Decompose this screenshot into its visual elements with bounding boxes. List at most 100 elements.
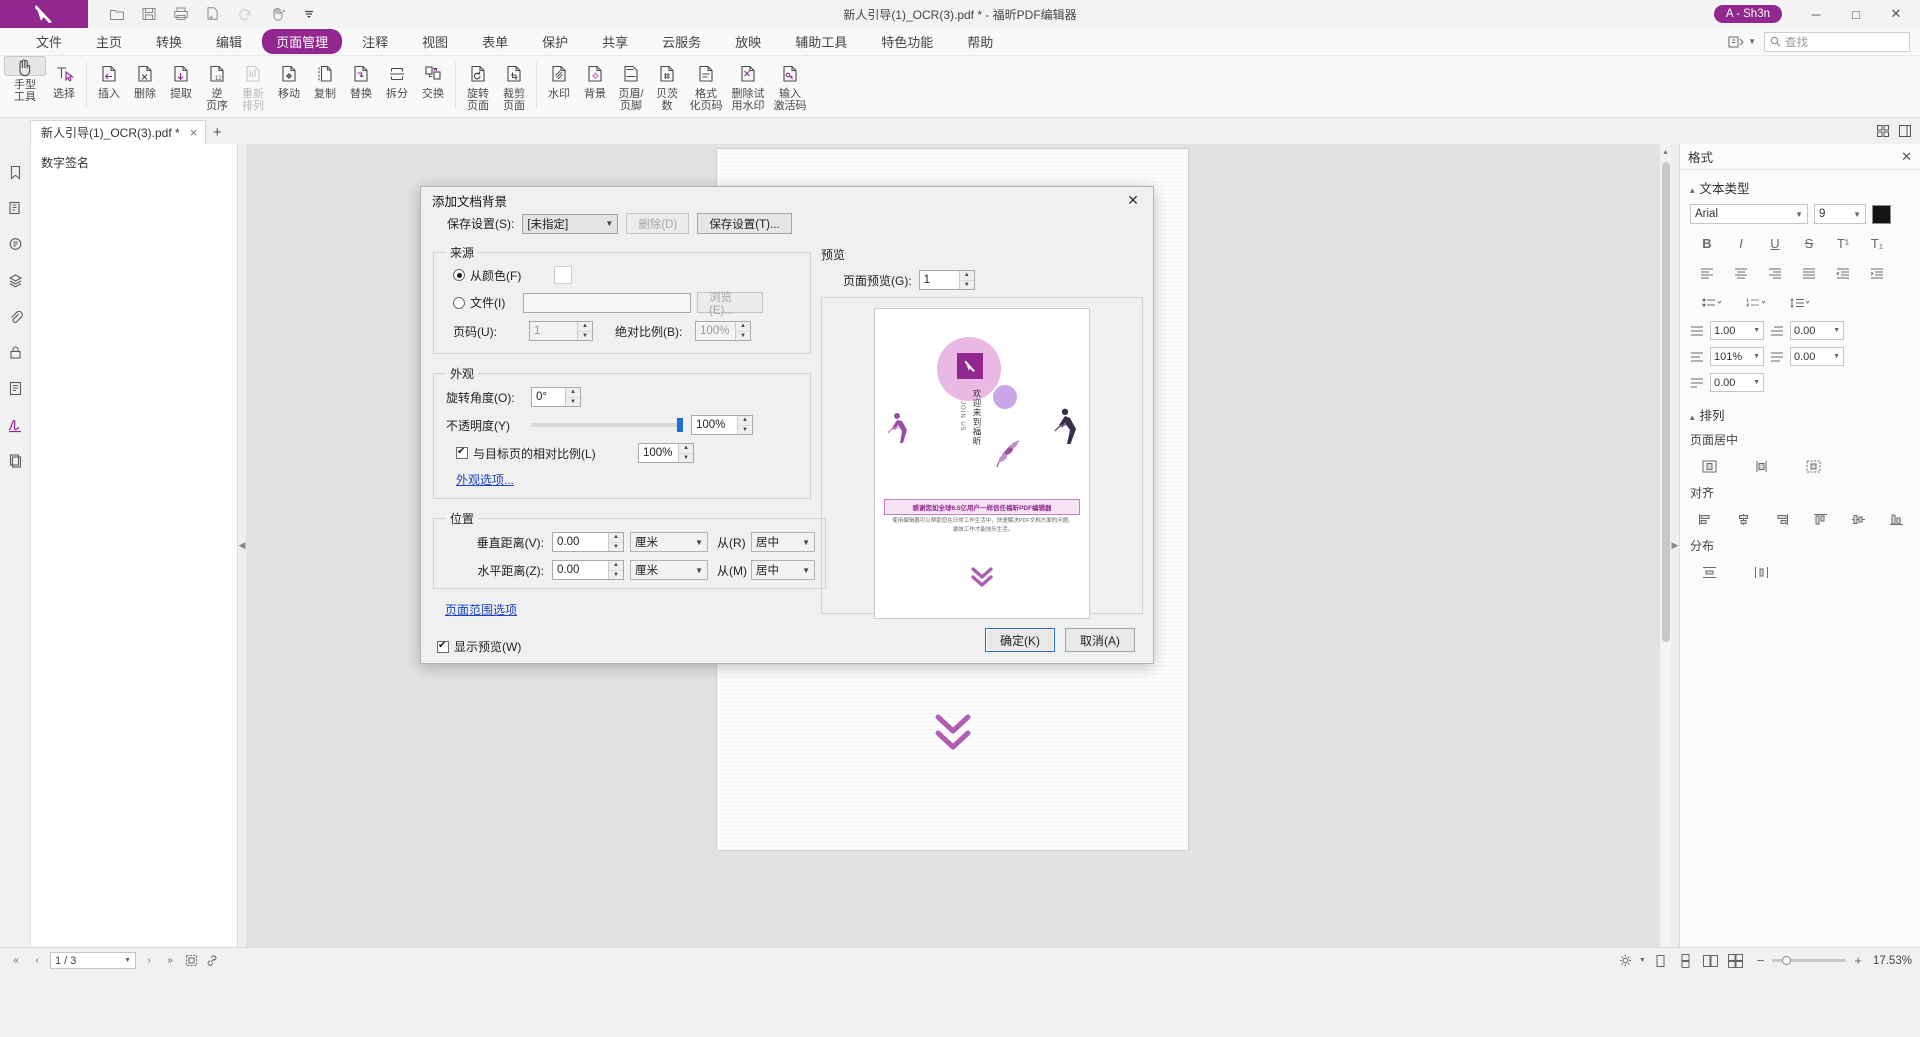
- relative-scale-value: 100%: [643, 447, 678, 459]
- position-legend: 位置: [446, 510, 478, 527]
- chevron-down-icon: ▼: [605, 219, 613, 228]
- ok-button[interactable]: 确定(K): [985, 628, 1055, 652]
- absolute-scale-spinner[interactable]: 100% ▲▼: [695, 321, 751, 341]
- horizontal-distance-spinner[interactable]: 0.00 ▲▼: [552, 560, 624, 580]
- horizontal-from-label: 从(M): [717, 562, 751, 579]
- spin-up-icon[interactable]: ▲: [960, 271, 974, 281]
- spin-down-icon[interactable]: ▼: [736, 332, 750, 341]
- opacity-value: 100%: [696, 419, 737, 431]
- foxit-logo-icon: [963, 359, 978, 373]
- spin-up-icon[interactable]: ▲: [609, 533, 623, 543]
- modal-overlay: 添加文档背景 ✕ 保存设置(S): [未指定] ▼ 删除(D) 保存设置(T).…: [0, 0, 1920, 1037]
- vertical-distance-value: 0.00: [557, 536, 608, 548]
- spin-down-icon[interactable]: ▼: [738, 426, 752, 435]
- opacity-label: 不透明度(Y): [446, 417, 531, 434]
- spin-up-icon[interactable]: ▲: [566, 388, 580, 398]
- from-file-radio[interactable]: [453, 297, 465, 309]
- spinner-arrows[interactable]: ▲▼: [608, 561, 623, 579]
- preview-person-right-icon: [1043, 405, 1083, 457]
- appearance-legend: 外观: [446, 365, 478, 382]
- vertical-from-select[interactable]: 居中 ▼: [751, 532, 815, 552]
- horizontal-unit-value: 厘米: [635, 562, 658, 578]
- relative-scale-checkbox[interactable]: [456, 447, 468, 459]
- spin-up-icon[interactable]: ▲: [679, 444, 693, 454]
- source-group: 来源 从颜色(F) 文件(I) 浏览(E)...: [433, 244, 811, 354]
- save-settings-button[interactable]: 保存设置(T)...: [697, 213, 791, 234]
- page-preview-value: 1: [924, 274, 959, 286]
- rotation-spinner[interactable]: 0° ▲▼: [531, 387, 581, 407]
- spinner-arrows[interactable]: ▲▼: [565, 388, 580, 406]
- cancel-button[interactable]: 取消(A): [1065, 628, 1135, 652]
- spinner-arrows[interactable]: ▲▼: [959, 271, 974, 289]
- vertical-unit-value: 厘米: [635, 534, 658, 550]
- save-settings-value: [未指定]: [527, 216, 568, 232]
- from-color-label: 从颜色(F): [470, 267, 554, 284]
- from-file-label: 文件(I): [470, 294, 523, 311]
- spinner-arrows[interactable]: ▲▼: [577, 322, 592, 340]
- spin-up-icon[interactable]: ▲: [578, 322, 592, 332]
- source-legend: 来源: [446, 244, 478, 261]
- save-settings-row: 保存设置(S): [未指定] ▼ 删除(D) 保存设置(T)...: [433, 213, 1141, 234]
- page-preview-spinner[interactable]: 1 ▲▼: [919, 270, 975, 290]
- relative-scale-spinner[interactable]: 100% ▲▼: [638, 443, 694, 463]
- relative-scale-label: 与目标页的相对比例(L): [473, 445, 638, 462]
- vertical-from-label: 从(R): [717, 534, 751, 551]
- horizontal-unit-select[interactable]: 厘米 ▼: [630, 560, 708, 580]
- spinner-arrows[interactable]: ▲▼: [735, 322, 750, 340]
- chevron-down-icon: ▼: [802, 566, 810, 575]
- rotation-value: 0°: [536, 391, 565, 403]
- spin-down-icon[interactable]: ▼: [960, 281, 974, 290]
- preview-legend: 预览: [821, 246, 1143, 263]
- delete-settings-button: 删除(D): [626, 213, 689, 234]
- preview-page: JOIN US 欢迎来到福昕: [874, 308, 1090, 619]
- spin-down-icon[interactable]: ▼: [578, 332, 592, 341]
- add-background-dialog: 添加文档背景 ✕ 保存设置(S): [未指定] ▼ 删除(D) 保存设置(T).…: [420, 186, 1154, 664]
- spin-down-icon[interactable]: ▼: [609, 543, 623, 552]
- save-settings-label: 保存设置(S):: [447, 215, 514, 232]
- dialog-body: 保存设置(S): [未指定] ▼ 删除(D) 保存设置(T)... 来源 从颜色…: [421, 213, 1153, 655]
- appearance-options-link[interactable]: 外观选项...: [456, 471, 514, 488]
- preview-chevron-icon: [969, 564, 995, 591]
- browse-button: 浏览(E)...: [697, 292, 763, 313]
- preview-vertical-text: 欢迎来到福昕: [971, 389, 982, 446]
- appearance-group: 外观 旋转角度(O): 0° ▲▼ 不透明度(Y): [433, 365, 811, 499]
- save-settings-select[interactable]: [未指定] ▼: [522, 214, 618, 234]
- opacity-slider-knob[interactable]: [677, 418, 683, 432]
- spin-down-icon[interactable]: ▼: [679, 454, 693, 463]
- dialog-title: 添加文档背景: [432, 191, 507, 210]
- page-preview-label: 页面预览(G):: [843, 272, 912, 289]
- opacity-row: 不透明度(Y) 100% ▲▼: [444, 415, 800, 435]
- dialog-close-icon[interactable]: ✕: [1119, 189, 1147, 211]
- spinner-arrows[interactable]: ▲▼: [608, 533, 623, 551]
- preview-join-us-text: JOIN US: [959, 401, 965, 432]
- spin-down-icon[interactable]: ▼: [609, 571, 623, 580]
- page-range-row: 页面范围选项: [433, 601, 811, 618]
- source-page-number-spinner[interactable]: 1 ▲▼: [529, 321, 593, 341]
- opacity-slider[interactable]: [531, 423, 683, 427]
- page-range-options-link[interactable]: 页面范围选项: [445, 603, 517, 617]
- opacity-spinner[interactable]: 100% ▲▼: [691, 415, 753, 435]
- spin-up-icon[interactable]: ▲: [609, 561, 623, 571]
- preview-logo-icon: [957, 353, 983, 379]
- horizontal-from-value: 居中: [756, 562, 779, 578]
- preview-box: JOIN US 欢迎来到福昕: [821, 297, 1143, 614]
- relative-scale-row: 与目标页的相对比例(L) 100% ▲▼: [444, 443, 800, 463]
- horizontal-from-select[interactable]: 居中 ▼: [751, 560, 815, 580]
- absolute-scale-label: 绝对比例(B):: [615, 323, 695, 340]
- vertical-distance-spinner[interactable]: 0.00 ▲▼: [552, 532, 624, 552]
- absolute-scale-value: 100%: [700, 325, 735, 337]
- background-color-swatch[interactable]: [554, 266, 572, 284]
- spin-down-icon[interactable]: ▼: [566, 398, 580, 407]
- from-color-row: 从颜色(F): [444, 266, 800, 284]
- vertical-distance-row: 垂直距离(V): 0.00 ▲▼ 厘米 ▼ 从(R) 居中 ▼: [444, 532, 815, 552]
- source-page-number-value: 1: [534, 325, 577, 337]
- spin-up-icon[interactable]: ▲: [736, 322, 750, 332]
- vertical-unit-select[interactable]: 厘米 ▼: [630, 532, 708, 552]
- dialog-action-buttons: 确定(K) 取消(A): [985, 628, 1135, 652]
- spin-up-icon[interactable]: ▲: [738, 416, 752, 426]
- spinner-arrows[interactable]: ▲▼: [737, 416, 752, 434]
- file-path-input[interactable]: [523, 293, 691, 313]
- page-scale-row: 页码(U): 1 ▲▼ 绝对比例(B): 100% ▲▼: [444, 321, 800, 341]
- spinner-arrows[interactable]: ▲▼: [678, 444, 693, 462]
- from-color-radio[interactable]: [453, 269, 465, 281]
